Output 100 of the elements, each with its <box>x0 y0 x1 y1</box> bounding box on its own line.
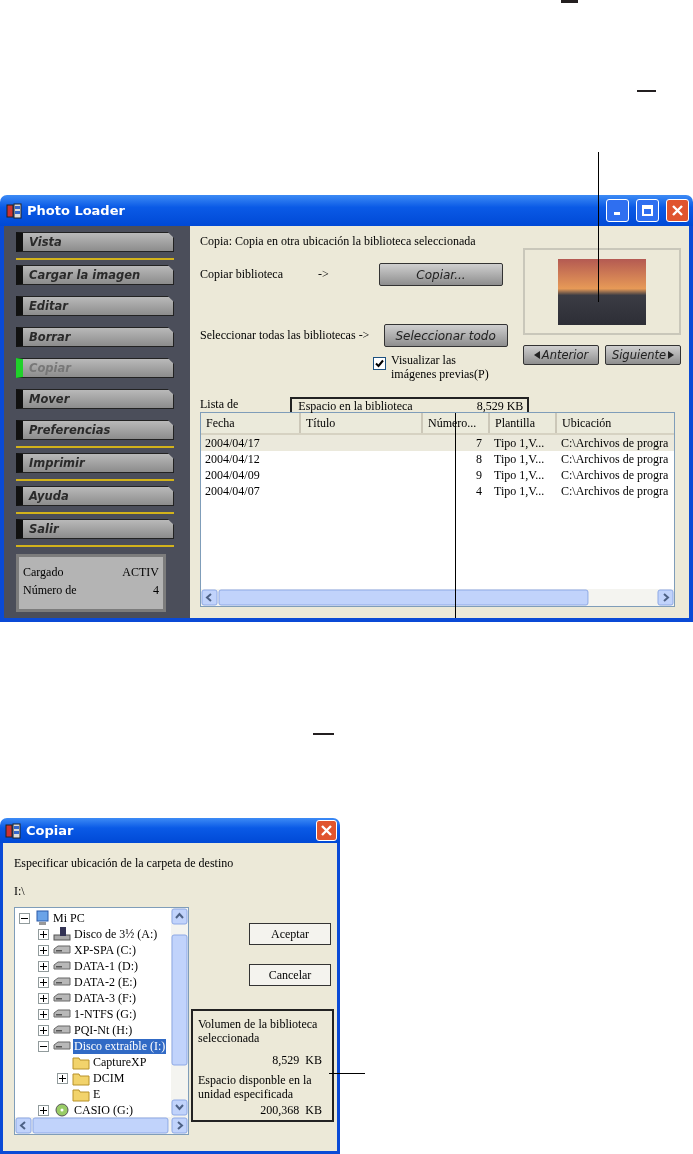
tree-item[interactable]: DATA-3 (F:) <box>73 990 138 1006</box>
table-cell: Tipo 1,V... <box>494 484 545 498</box>
copy-button[interactable]: Copiar... <box>379 263 503 286</box>
tree-item[interactable]: Disco de 3½ (A:) <box>73 926 159 942</box>
close-icon <box>672 205 683 216</box>
sidebar-button[interactable]: Salir <box>16 519 174 539</box>
plus-icon <box>40 978 47 986</box>
table-cell: 8 <box>476 452 482 466</box>
expand-toggle[interactable] <box>38 1008 49 1020</box>
sidebar-button[interactable]: Preferencias <box>16 420 174 440</box>
tree-item[interactable]: PQI-Nt (H:) <box>73 1022 134 1038</box>
sidebar-button[interactable]: Vista <box>16 232 174 252</box>
path-text: I:\ <box>14 884 26 899</box>
tree-item[interactable]: Disco extraíble (I:) <box>73 1038 167 1054</box>
expand-toggle[interactable] <box>38 976 49 988</box>
sidebar-button[interactable]: Editar <box>16 296 174 316</box>
expand-toggle[interactable] <box>38 944 49 956</box>
sidebar-button[interactable]: Cargar la imagen <box>16 265 174 285</box>
list-label: Lista de <box>200 397 239 412</box>
tree-item[interactable]: CaptureXP <box>92 1054 148 1070</box>
tree-item[interactable]: Mi PC <box>52 910 86 926</box>
dialog-title: Copiar <box>26 823 75 838</box>
right-triangle-icon <box>668 351 675 359</box>
copy-library-label: Copiar biblioteca <box>200 267 284 282</box>
folder-icon <box>72 1086 90 1102</box>
expand-toggle[interactable] <box>38 1104 49 1116</box>
expand-toggle[interactable] <box>38 1024 49 1036</box>
preview-checkbox[interactable] <box>373 357 386 370</box>
sidebar-button[interactable]: Imprimir <box>16 453 174 473</box>
close-button[interactable] <box>316 820 337 841</box>
drive-icon <box>53 960 71 972</box>
expand-toggle[interactable] <box>57 1072 68 1084</box>
status-value: ACTIV <box>122 565 159 580</box>
plus-icon <box>40 994 47 1002</box>
plus-icon <box>40 962 47 970</box>
status-label: Número de <box>23 583 77 598</box>
expand-toggle[interactable] <box>38 992 49 1004</box>
sidebar-button[interactable]: Ayuda <box>16 486 174 506</box>
table-cell: 7 <box>476 436 482 450</box>
table-cell: C:\Archivos de progra <box>561 468 669 482</box>
plus-icon <box>40 1106 47 1114</box>
window-title: Photo Loader <box>27 203 126 218</box>
volume-label: Volumen de la biblioteca seleccionada <box>198 1017 319 1045</box>
table-cell: 2004/04/12 <box>205 452 260 466</box>
tree-item[interactable]: CASIO (G:) <box>73 1102 134 1117</box>
collapse-toggle[interactable] <box>38 1040 49 1052</box>
table-row[interactable]: 2004/04/17 7 Tipo 1,V... C:\Archivos de progra <box>201 435 674 451</box>
tree-item[interactable]: DCIM <box>92 1070 126 1086</box>
plus-icon <box>40 946 47 954</box>
table-cell: 4 <box>476 484 482 498</box>
plus-icon <box>40 1026 47 1034</box>
table-row[interactable]: 2004/04/07 4 Tipo 1,V... C:\Archivos de progra <box>201 483 674 499</box>
ok-button[interactable]: Aceptar <box>249 923 331 945</box>
table-cell: C:\Archivos de progra <box>561 436 669 450</box>
table-cell: Tipo 1,V... <box>494 468 545 482</box>
column-header[interactable]: Ubicación <box>557 413 674 433</box>
tree-item[interactable]: XP-SPA (C:) <box>73 942 137 958</box>
tree-item[interactable]: DATA-2 (E:) <box>73 974 138 990</box>
sidebar-button[interactable]: Mover <box>16 389 174 409</box>
table-cell: Tipo 1,V... <box>494 452 545 466</box>
expand-toggle[interactable] <box>38 928 49 940</box>
maximize-button[interactable] <box>636 199 659 222</box>
collapse-toggle[interactable] <box>19 912 30 924</box>
minimize-button[interactable] <box>606 199 629 222</box>
table-cell: 9 <box>476 468 482 482</box>
column-header[interactable]: Plantilla <box>490 413 557 433</box>
table-row[interactable]: 2004/04/12 8 Tipo 1,V... C:\Archivos de progra <box>201 451 674 467</box>
leader-line <box>329 1073 365 1074</box>
library-space-value: 8,529 KB <box>476 399 524 412</box>
free-space-label: Espacio disponble en la unidad especificada <box>198 1073 313 1101</box>
select-all-button[interactable]: Seleccionar todo <box>383 324 508 347</box>
plus-icon <box>40 1010 47 1018</box>
floppy-drive-icon <box>53 926 71 942</box>
column-header[interactable]: Título <box>301 413 423 433</box>
cancel-button[interactable]: Cancelar <box>249 964 331 986</box>
status-value: 4 <box>153 583 159 598</box>
drive-icon <box>53 1024 71 1036</box>
cd-drive-icon <box>53 1102 71 1117</box>
folder-icon <box>72 1070 90 1086</box>
previous-button[interactable]: Anterior <box>523 345 599 365</box>
select-all-label: Seleccionar todas las bibliotecas <box>200 328 356 343</box>
app-icon <box>6 202 22 219</box>
close-button[interactable] <box>666 199 689 222</box>
tree-item[interactable]: 1-NTFS (G:) <box>73 1006 138 1022</box>
vertical-scrollbar[interactable] <box>171 908 188 1117</box>
drive-icon <box>53 944 71 956</box>
app-icon <box>5 822 21 839</box>
sidebar-button[interactable]: Borrar <box>16 327 174 347</box>
horizontal-scrollbar[interactable] <box>15 1117 188 1134</box>
drive-icon <box>53 992 71 1004</box>
column-header[interactable]: Fecha <box>201 413 301 433</box>
next-button[interactable]: Siguiente <box>605 345 681 365</box>
table-cell: 2004/04/09 <box>205 468 260 482</box>
table-row[interactable]: 2004/04/09 9 Tipo 1,V... C:\Archivos de progra <box>201 467 674 483</box>
description-text: Copia: Copia en otra ubicación la biblioteca seleccionada <box>200 234 477 249</box>
tree-item[interactable]: E <box>92 1086 102 1102</box>
horizontal-scrollbar[interactable] <box>201 589 674 606</box>
expand-toggle[interactable] <box>38 960 49 972</box>
tree-item[interactable]: DATA-1 (D:) <box>73 958 140 974</box>
plus-icon <box>59 1074 66 1082</box>
